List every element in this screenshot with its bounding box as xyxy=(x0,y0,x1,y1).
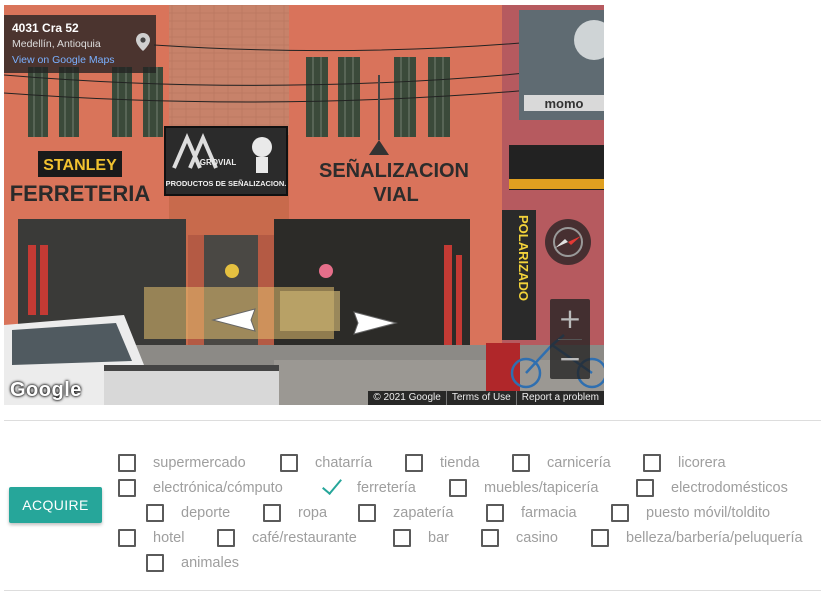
checkbox[interactable] xyxy=(146,504,164,522)
copyright-text: © 2021 Google xyxy=(373,392,441,403)
category-label: ropa xyxy=(298,505,328,521)
compass-icon xyxy=(553,227,583,257)
checkbox[interactable] xyxy=(449,479,467,497)
category-checkbox-cafe-restaurante[interactable]: café/restaurante xyxy=(217,528,357,548)
category-label: licorera xyxy=(678,455,726,471)
google-logo: Google xyxy=(10,379,82,401)
zoom-control: + − xyxy=(550,299,590,379)
acquire-button[interactable]: ACQUIRE xyxy=(9,487,102,523)
category-checkbox-tienda[interactable]: tienda xyxy=(405,453,480,473)
checkbox[interactable] xyxy=(118,479,136,497)
vial-sign-text: VIAL xyxy=(373,184,419,206)
checkbox[interactable] xyxy=(643,454,661,472)
category-label: electrodomésticos xyxy=(671,480,788,496)
checkbox[interactable] xyxy=(146,554,164,572)
momo-sign-text: momo xyxy=(545,96,584,111)
category-label: hotel xyxy=(153,530,185,546)
category-checkbox-puesto-movil[interactable]: puesto móvil/toldito xyxy=(611,503,770,523)
stanley-sign-text: STANLEY xyxy=(43,157,117,174)
divider-bottom xyxy=(4,590,821,591)
divider-top xyxy=(4,420,821,421)
category-checkbox-ferreteria[interactable]: ferretería xyxy=(322,478,416,498)
category-label: bar xyxy=(428,530,449,546)
address-card: 4031 Cra 52 Medellín, Antioquia View on … xyxy=(4,15,156,73)
attribution-bar: © 2021 Google Terms of Use Report a prob… xyxy=(368,391,604,405)
category-label: café/restaurante xyxy=(252,530,357,546)
category-label: carnicería xyxy=(547,455,611,471)
checkbox[interactable] xyxy=(217,529,235,547)
checkbox[interactable] xyxy=(486,504,504,522)
category-checkbox-belleza[interactable]: belleza/barbería/peluquería xyxy=(591,528,803,548)
category-label: animales xyxy=(181,555,240,571)
checkbox-checked[interactable] xyxy=(322,479,340,497)
polarizado-sign-text: POLARIZADO xyxy=(516,215,531,301)
category-label: puesto móvil/toldito xyxy=(646,505,771,521)
checkbox[interactable] xyxy=(393,529,411,547)
category-label: farmacia xyxy=(521,505,577,521)
category-checkbox-bar[interactable]: bar xyxy=(393,528,449,548)
category-label: tienda xyxy=(440,455,480,471)
nav-arrow-left-icon[interactable] xyxy=(205,305,261,335)
category-label: muebles/tapicería xyxy=(484,480,599,496)
checkbox[interactable] xyxy=(512,454,530,472)
category-checkbox-licorera[interactable]: licorera xyxy=(643,453,726,473)
checkbox[interactable] xyxy=(611,504,629,522)
category-checkbox-carniceria[interactable]: carnicería xyxy=(512,453,611,473)
category-label: chatarría xyxy=(315,455,373,471)
grovial-subtitle-text: PRODUCTOS DE SEÑALIZACION. xyxy=(166,179,287,188)
senalizacion-sign-text: SEÑALIZACION xyxy=(319,159,469,182)
category-label: zapatería xyxy=(393,505,454,521)
category-label: electrónica/cómputo xyxy=(153,480,283,496)
category-checkbox-electrodomesticos[interactable]: electrodomésticos xyxy=(636,478,788,498)
category-label: belleza/barbería/peluquería xyxy=(626,530,803,546)
category-checkbox-chatarria[interactable]: chatarría xyxy=(280,453,372,473)
checkbox[interactable] xyxy=(358,504,376,522)
zoom-in-button[interactable]: + xyxy=(550,299,590,339)
grovial-sign-text: GROVIAL xyxy=(200,158,237,167)
pin-icon[interactable] xyxy=(136,33,150,51)
checkbox[interactable] xyxy=(263,504,281,522)
category-checkbox-deporte[interactable]: deporte xyxy=(146,503,230,523)
ferreteria-sign-text: FERRETERIA xyxy=(10,181,151,206)
category-checkbox-ropa[interactable]: ropa xyxy=(263,503,327,523)
category-checkbox-muebles[interactable]: muebles/tapicería xyxy=(449,478,598,498)
category-checkbox-electronica[interactable]: electrónica/cómputo xyxy=(118,478,283,498)
checkbox[interactable] xyxy=(636,479,654,497)
category-label: supermercado xyxy=(153,455,246,471)
category-checkbox-zapateria[interactable]: zapatería xyxy=(358,503,453,523)
nav-arrow-right-icon[interactable] xyxy=(348,308,404,338)
street-view-panel[interactable]: STANLEY FERRETERIA GROVIAL PRODUCTOS DE … xyxy=(4,5,604,405)
checkbox[interactable] xyxy=(591,529,609,547)
checkbox[interactable] xyxy=(280,454,298,472)
checkbox[interactable] xyxy=(405,454,423,472)
checkbox[interactable] xyxy=(118,454,136,472)
address-city: Medellín, Antioquia xyxy=(12,38,101,50)
category-checkbox-casino[interactable]: casino xyxy=(481,528,558,548)
zoom-out-button[interactable]: − xyxy=(550,339,590,379)
category-label: ferretería xyxy=(357,480,416,496)
category-label: casino xyxy=(516,530,558,546)
address-title: 4031 Cra 52 xyxy=(12,21,79,35)
category-checkbox-farmacia[interactable]: farmacia xyxy=(486,503,577,523)
compass-button[interactable] xyxy=(545,219,591,265)
view-on-google-maps-link[interactable]: View on Google Maps xyxy=(12,54,115,66)
checkbox[interactable] xyxy=(118,529,136,547)
report-problem-link[interactable]: Report a problem xyxy=(515,391,604,405)
category-checkbox-hotel[interactable]: hotel xyxy=(118,528,184,548)
terms-of-use-link[interactable]: Terms of Use xyxy=(445,391,516,405)
category-checkbox-animales[interactable]: animales xyxy=(146,553,239,573)
category-label: deporte xyxy=(181,505,231,521)
checkbox[interactable] xyxy=(481,529,499,547)
category-checkbox-supermercado[interactable]: supermercado xyxy=(118,453,246,473)
